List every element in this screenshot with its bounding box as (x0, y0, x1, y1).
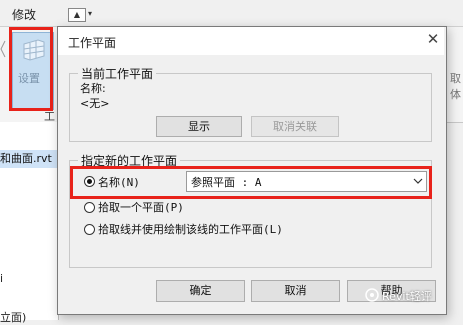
current-name-value: <无> (80, 97, 110, 110)
browser-item-file[interactable]: 和曲面.rvt (0, 150, 58, 168)
quick-access-icon[interactable]: ▲ (68, 8, 86, 22)
radio-pick-line[interactable] (84, 224, 95, 235)
radio-pick-plane[interactable] (84, 202, 95, 213)
tab-modify[interactable]: 修改 (12, 6, 36, 23)
watermark: Revit轻评 (382, 290, 432, 303)
browser-item-elevation[interactable]: 立面) (0, 309, 26, 325)
wechat-icon (365, 288, 379, 302)
browser-item[interactable]: i (0, 272, 3, 285)
chevron-down-icon[interactable]: ▾ (88, 9, 92, 18)
show-button[interactable]: 显示 (156, 116, 242, 137)
radio-pick-plane-label[interactable]: 拾取一个平面(P) (98, 199, 184, 215)
current-name-label: 名称: (80, 82, 106, 95)
ribbon-right-label: 取 (450, 72, 461, 85)
cancel-button[interactable]: 取消 (251, 280, 340, 302)
dialog-title: 工作平面 (68, 36, 117, 50)
unlink-button[interactable]: 取消关联 (251, 116, 339, 137)
highlight-box-name-row (70, 166, 432, 199)
radio-pick-line-label[interactable]: 拾取线并使用绘制该线的工作平面(L) (98, 221, 283, 237)
ribbon-right-label-2: 体 (450, 88, 461, 101)
scroll-left-icon[interactable] (0, 40, 6, 58)
ok-button[interactable]: 确定 (156, 280, 245, 302)
highlight-box-tool (9, 27, 53, 111)
close-icon[interactable]: ✕ (425, 30, 441, 48)
